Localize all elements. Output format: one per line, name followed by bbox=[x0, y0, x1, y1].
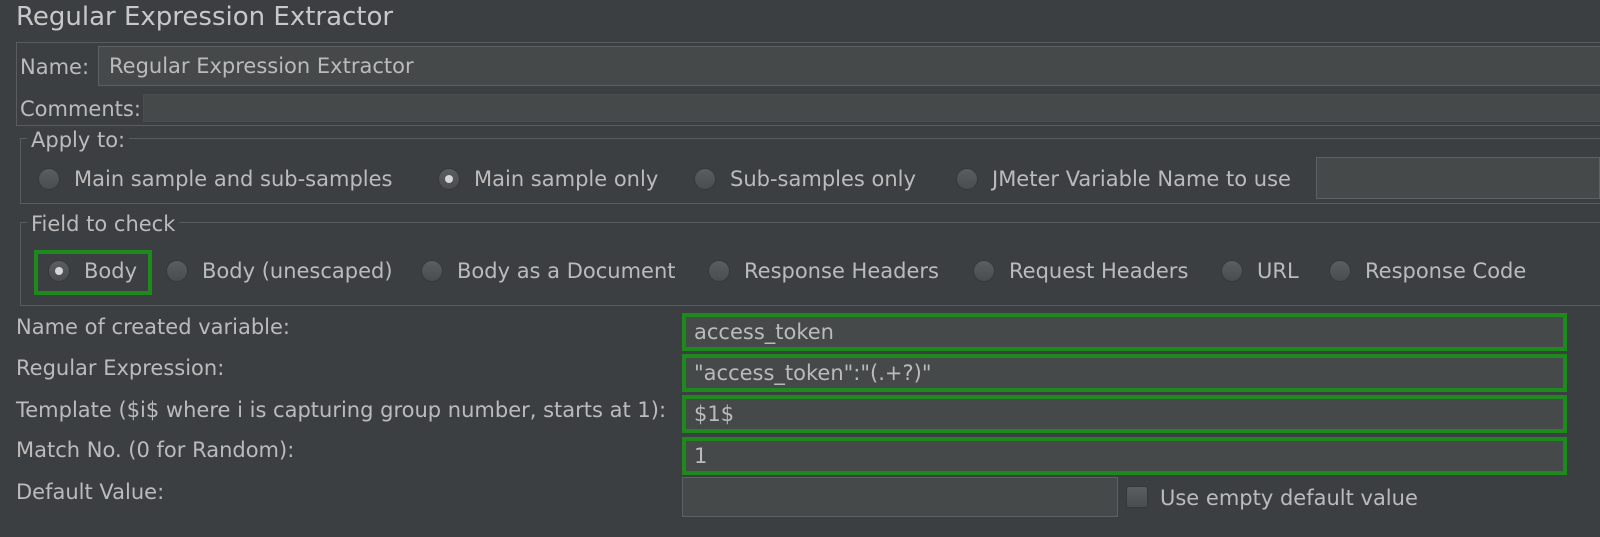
regex-label: Regular Expression: bbox=[16, 356, 225, 380]
apply-main-and-sub-radio[interactable]: Main sample and sub-samples bbox=[38, 167, 392, 191]
apply-jmeter-variable-radio[interactable]: JMeter Variable Name to use bbox=[956, 167, 1291, 191]
var-name-label: Name of created variable: bbox=[16, 315, 291, 339]
comments-input[interactable] bbox=[143, 94, 1600, 122]
radio-selected-icon bbox=[48, 260, 70, 282]
default-value-input[interactable] bbox=[682, 477, 1118, 517]
radio-label: Main sample only bbox=[474, 167, 659, 191]
field-request-headers-radio[interactable]: Request Headers bbox=[973, 259, 1188, 283]
radio-label: Body as a Document bbox=[457, 259, 676, 283]
regex-input[interactable]: "access_token":"(.+?)" bbox=[682, 354, 1567, 392]
radio-unselected-icon bbox=[694, 168, 716, 190]
var-name-input[interactable]: access_token bbox=[682, 313, 1567, 351]
template-input[interactable]: $1$ bbox=[682, 395, 1567, 433]
apply-to-legend: Apply to: bbox=[27, 127, 130, 153]
radio-unselected-icon bbox=[38, 168, 60, 190]
field-body-document-radio[interactable]: Body as a Document bbox=[421, 259, 676, 283]
radio-label: URL bbox=[1257, 259, 1299, 283]
radio-unselected-icon bbox=[708, 260, 730, 282]
radio-label: Request Headers bbox=[1009, 259, 1189, 283]
template-label: Template ($i$ where i is capturing group… bbox=[16, 398, 667, 422]
radio-label: Response Headers bbox=[744, 259, 939, 283]
field-url-radio[interactable]: URL bbox=[1221, 259, 1299, 283]
page-title: Regular Expression Extractor bbox=[16, 2, 394, 32]
use-empty-default-label: Use empty default value bbox=[1160, 486, 1418, 510]
match-no-label: Match No. (0 for Random): bbox=[16, 438, 295, 462]
radio-unselected-icon bbox=[1329, 260, 1351, 282]
field-to-check-legend: Field to check bbox=[27, 211, 180, 237]
radio-label: Main sample and sub-samples bbox=[74, 167, 393, 191]
field-body-radio[interactable]: Body bbox=[48, 259, 137, 283]
field-response-headers-radio[interactable]: Response Headers bbox=[708, 259, 939, 283]
radio-selected-icon bbox=[438, 168, 460, 190]
radio-unselected-icon bbox=[956, 168, 978, 190]
field-body-unescaped-radio[interactable]: Body (unescaped) bbox=[166, 259, 393, 283]
jmeter-variable-name-input[interactable] bbox=[1316, 157, 1600, 199]
default-value-label: Default Value: bbox=[16, 480, 165, 504]
radio-label: Body (unescaped) bbox=[202, 259, 393, 283]
radio-label: Body bbox=[84, 259, 138, 283]
field-response-code-radio[interactable]: Response Code bbox=[1329, 259, 1526, 283]
apply-main-only-radio[interactable]: Main sample only bbox=[438, 167, 658, 191]
comments-label: Comments: bbox=[20, 97, 141, 121]
match-no-input[interactable]: 1 bbox=[682, 437, 1567, 475]
radio-unselected-icon bbox=[1221, 260, 1243, 282]
radio-label: Response Code bbox=[1365, 259, 1527, 283]
radio-label: Sub-samples only bbox=[730, 167, 916, 191]
name-input[interactable]: Regular Expression Extractor bbox=[98, 46, 1600, 86]
apply-sub-only-radio[interactable]: Sub-samples only bbox=[694, 167, 916, 191]
radio-label: JMeter Variable Name to use bbox=[992, 167, 1291, 191]
radio-unselected-icon bbox=[973, 260, 995, 282]
radio-unselected-icon bbox=[421, 260, 443, 282]
use-empty-default-checkbox[interactable] bbox=[1126, 486, 1148, 508]
radio-unselected-icon bbox=[166, 260, 188, 282]
name-label: Name: bbox=[20, 55, 90, 79]
